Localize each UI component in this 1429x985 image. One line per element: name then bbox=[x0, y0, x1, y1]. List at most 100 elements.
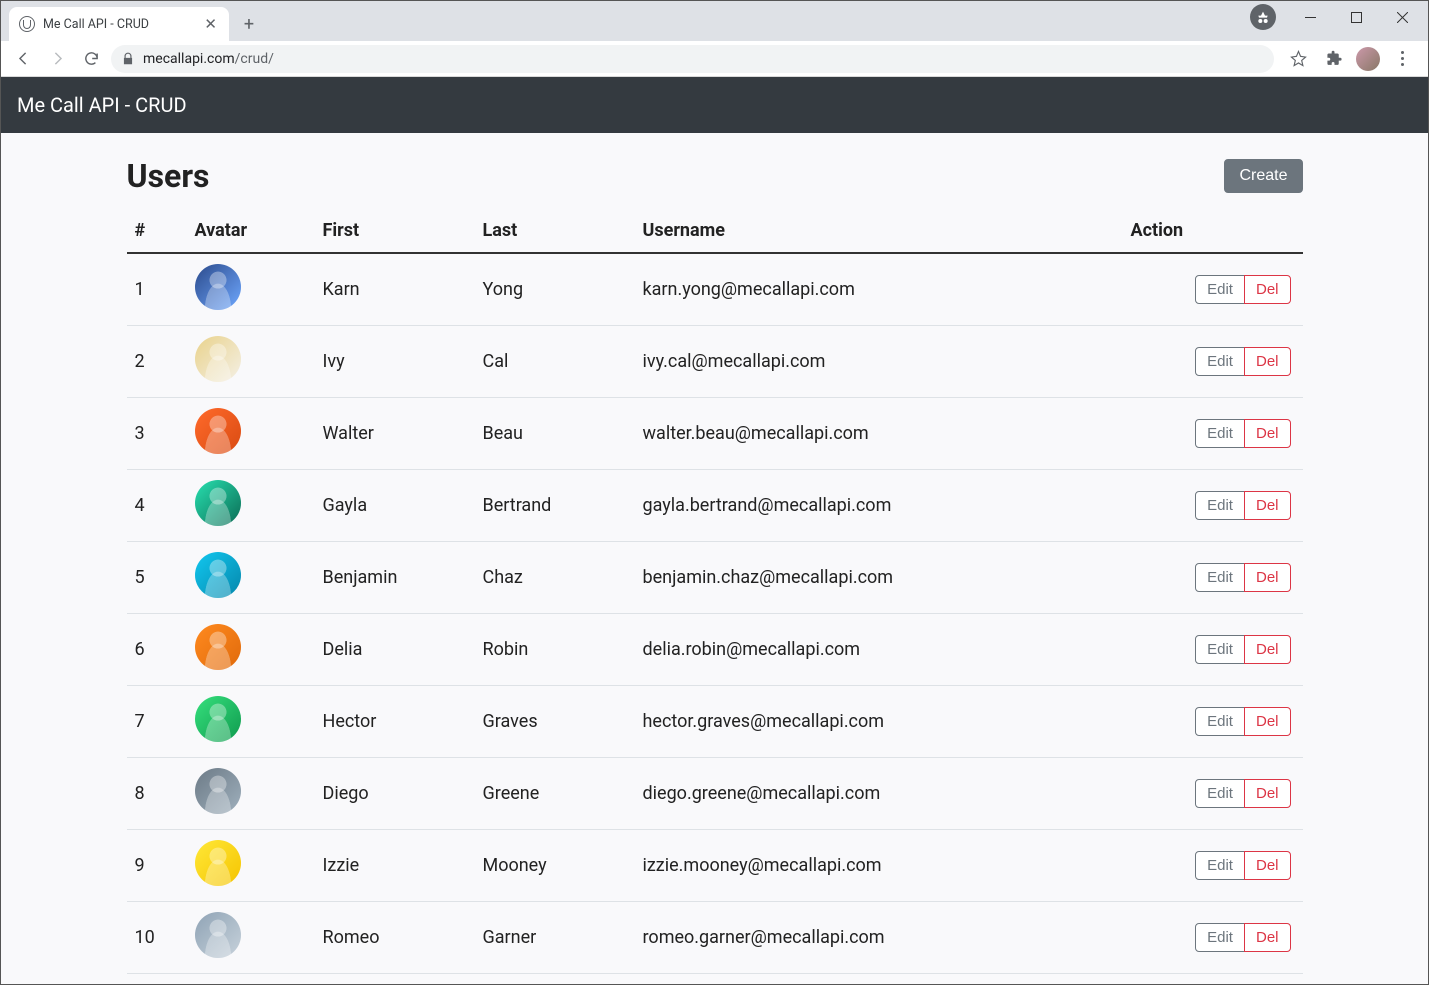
address-bar[interactable]: mecallapi.com/crud/ bbox=[111, 45, 1274, 73]
bookmark-star-icon[interactable] bbox=[1284, 45, 1312, 73]
delete-button[interactable]: Del bbox=[1244, 563, 1291, 592]
cell-last: Robin bbox=[475, 614, 635, 686]
table-row: 3WalterBeauwalter.beau@mecallapi.comEdit… bbox=[127, 398, 1303, 470]
table-row: 2IvyCalivy.cal@mecallapi.comEditDel bbox=[127, 326, 1303, 398]
cell-action: EditDel bbox=[1123, 686, 1303, 758]
edit-button[interactable]: Edit bbox=[1195, 635, 1245, 664]
avatar bbox=[195, 768, 241, 814]
edit-button[interactable]: Edit bbox=[1195, 275, 1245, 304]
table-row: 6 DeliaRobindelia.robin@mecallapi.com Edit… bbox=[127, 614, 1303, 686]
avatar bbox=[195, 264, 241, 310]
cell-action: EditDel bbox=[1123, 470, 1303, 542]
cell-first: Ivy bbox=[315, 326, 475, 398]
delete-button[interactable]: Del bbox=[1244, 851, 1291, 880]
profile-indicator-icon[interactable] bbox=[1250, 4, 1276, 30]
delete-button[interactable]: Del bbox=[1244, 923, 1291, 952]
cell-last: Mooney bbox=[475, 830, 635, 902]
back-button[interactable] bbox=[9, 45, 37, 73]
col-header-index: # bbox=[127, 209, 187, 253]
create-button[interactable]: Create bbox=[1224, 159, 1302, 193]
cell-first: Walter bbox=[315, 398, 475, 470]
avatar bbox=[195, 480, 241, 526]
url-path: /crud/ bbox=[235, 51, 274, 67]
cell-action: EditDel bbox=[1123, 398, 1303, 470]
edit-button[interactable]: Edit bbox=[1195, 851, 1245, 880]
col-header-username: Username bbox=[635, 209, 1123, 253]
cell-username: delia.robin@mecallapi.com bbox=[635, 614, 1123, 686]
cell-avatar bbox=[187, 398, 315, 470]
edit-button[interactable]: Edit bbox=[1195, 779, 1245, 808]
cell-action: EditDel bbox=[1123, 326, 1303, 398]
url-host: mecallapi.com bbox=[143, 51, 235, 67]
cell-username: izzie.mooney@mecallapi.com bbox=[635, 830, 1123, 902]
cell-index: 1 bbox=[127, 253, 187, 326]
cell-first: Benjamin bbox=[315, 542, 475, 614]
cell-avatar bbox=[187, 758, 315, 830]
window-close-button[interactable] bbox=[1380, 2, 1424, 32]
close-tab-icon[interactable]: ✕ bbox=[202, 15, 219, 33]
cell-first: Hector bbox=[315, 686, 475, 758]
cell-last: Cal bbox=[475, 326, 635, 398]
cell-username: karn.yong@mecallapi.com bbox=[635, 253, 1123, 326]
cell-last: Bertrand bbox=[475, 470, 635, 542]
avatar bbox=[195, 408, 241, 454]
window-minimize-button[interactable] bbox=[1288, 2, 1332, 32]
browser-toolbar: mecallapi.com/crud/ bbox=[1, 41, 1428, 77]
new-tab-button[interactable]: + bbox=[235, 10, 263, 38]
delete-button[interactable]: Del bbox=[1244, 275, 1291, 304]
cell-index: 6 bbox=[127, 614, 187, 686]
cell-avatar bbox=[187, 614, 315, 686]
reload-button[interactable] bbox=[77, 45, 105, 73]
users-table: # Avatar First Last Username Action 1Kar… bbox=[127, 209, 1303, 974]
cell-action: EditDel bbox=[1123, 253, 1303, 326]
table-row: 10RomeoGarnerromeo.garner@mecallapi.comE… bbox=[127, 902, 1303, 974]
edit-button[interactable]: Edit bbox=[1195, 563, 1245, 592]
avatar bbox=[195, 336, 241, 382]
cell-last: Chaz bbox=[475, 542, 635, 614]
window-maximize-button[interactable] bbox=[1334, 2, 1378, 32]
avatar bbox=[195, 624, 241, 670]
cell-first: Karn bbox=[315, 253, 475, 326]
browser-tab[interactable]: Me Call API - CRUD ✕ bbox=[9, 7, 229, 41]
lock-icon bbox=[121, 52, 135, 66]
cell-action: EditDel bbox=[1123, 542, 1303, 614]
page-viewport: Me Call API - CRUD Users Create # Avatar… bbox=[1, 77, 1428, 984]
delete-button[interactable]: Del bbox=[1244, 419, 1291, 448]
profile-avatar-icon[interactable] bbox=[1356, 47, 1380, 71]
navbar-brand: Me Call API - CRUD bbox=[17, 93, 187, 117]
edit-button[interactable]: Edit bbox=[1195, 491, 1245, 520]
delete-button[interactable]: Del bbox=[1244, 635, 1291, 664]
cell-first: Delia bbox=[315, 614, 475, 686]
delete-button[interactable]: Del bbox=[1244, 707, 1291, 736]
cell-index: 7 bbox=[127, 686, 187, 758]
col-header-action: Action bbox=[1123, 209, 1303, 253]
cell-index: 8 bbox=[127, 758, 187, 830]
cell-first: Diego bbox=[315, 758, 475, 830]
avatar bbox=[195, 912, 241, 958]
cell-last: Beau bbox=[475, 398, 635, 470]
table-row: 8DiegoGreenediego.greene@mecallapi.comEd… bbox=[127, 758, 1303, 830]
cell-index: 9 bbox=[127, 830, 187, 902]
cell-username: gayla.bertrand@mecallapi.com bbox=[635, 470, 1123, 542]
avatar bbox=[195, 552, 241, 598]
delete-button[interactable]: Del bbox=[1244, 779, 1291, 808]
edit-button[interactable]: Edit bbox=[1195, 347, 1245, 376]
cell-avatar bbox=[187, 470, 315, 542]
edit-button[interactable]: Edit bbox=[1195, 707, 1245, 736]
edit-button[interactable]: Edit bbox=[1195, 923, 1245, 952]
cell-username: diego.greene@mecallapi.com bbox=[635, 758, 1123, 830]
table-row: 1KarnYongkarn.yong@mecallapi.comEditDel bbox=[127, 253, 1303, 326]
edit-button[interactable]: Edit bbox=[1195, 419, 1245, 448]
delete-button[interactable]: Del bbox=[1244, 491, 1291, 520]
table-row: 9IzzieMooneyizzie.mooney@mecallapi.comEd… bbox=[127, 830, 1303, 902]
cell-first: Gayla bbox=[315, 470, 475, 542]
extensions-icon[interactable] bbox=[1320, 45, 1348, 73]
cell-index: 2 bbox=[127, 326, 187, 398]
cell-username: walter.beau@mecallapi.com bbox=[635, 398, 1123, 470]
delete-button[interactable]: Del bbox=[1244, 347, 1291, 376]
app-navbar: Me Call API - CRUD bbox=[1, 77, 1428, 133]
cell-action: EditDel bbox=[1123, 758, 1303, 830]
browser-menu-button[interactable] bbox=[1388, 45, 1416, 73]
cell-avatar bbox=[187, 542, 315, 614]
cell-first: Romeo bbox=[315, 902, 475, 974]
